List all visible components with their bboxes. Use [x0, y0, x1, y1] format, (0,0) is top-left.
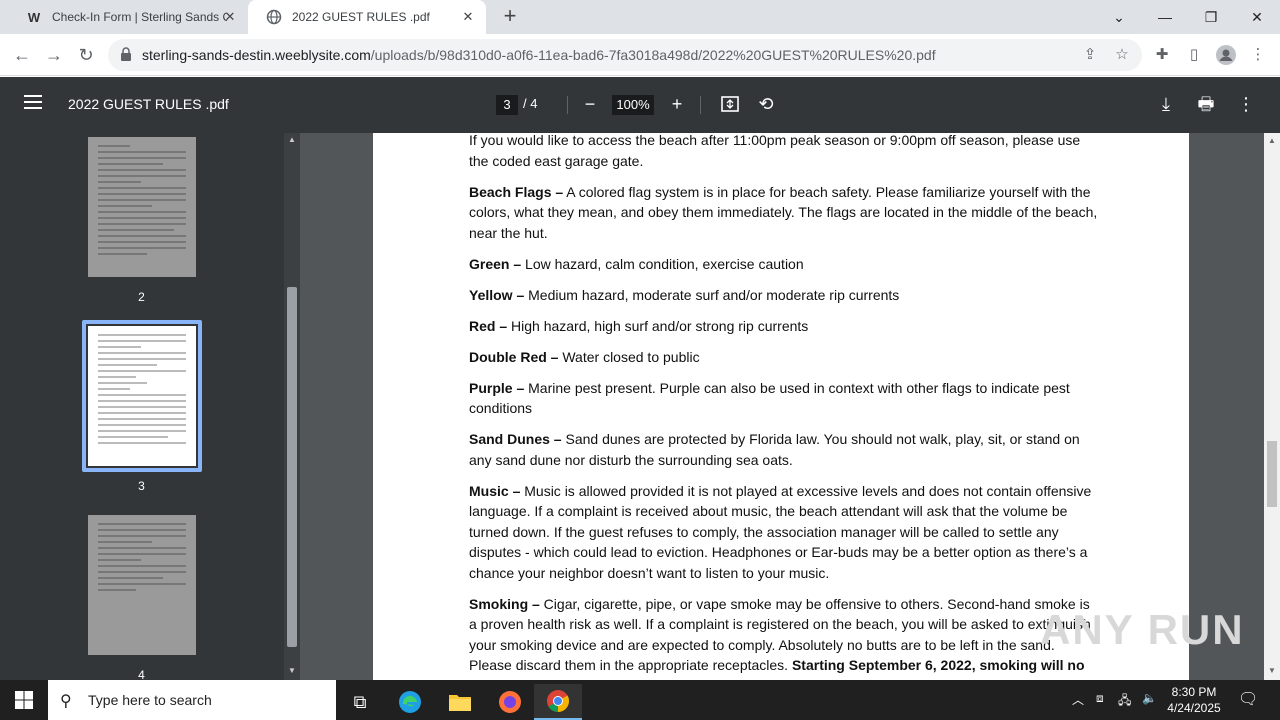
- back-button[interactable]: ←: [10, 43, 34, 67]
- taskbar-search-box[interactable]: ⚲ Type here to search: [48, 680, 336, 720]
- tab-title: 2022 GUEST RULES .pdf: [292, 10, 430, 24]
- tab-guest-rules-pdf[interactable]: 2022 GUEST RULES .pdf ✕: [248, 0, 486, 34]
- tab-search-chevron-icon[interactable]: ⌄: [1096, 0, 1142, 34]
- pdf-toolbar: 2022 GUEST RULES .pdf 3 / 4 − 100% + ⟲ ⤓…: [0, 77, 1280, 133]
- share-icon[interactable]: ⇪: [1078, 43, 1102, 67]
- pdf-title: 2022 GUEST RULES .pdf: [68, 96, 229, 112]
- page-text: If you would like to access the beach af…: [469, 133, 1099, 680]
- sidebar-scroll-thumb[interactable]: [287, 287, 297, 647]
- rotate-icon[interactable]: ⟲: [754, 92, 778, 116]
- paragraph-smoking: Smoking – Cigar, cigarette, pipe, or vap…: [469, 595, 1091, 681]
- paragraph-yellow: Yellow – Medium hazard, moderate surf an…: [469, 286, 900, 303]
- viewer-scroll-thumb[interactable]: [1267, 441, 1277, 507]
- windows-start-button[interactable]: [0, 680, 48, 720]
- new-tab-button[interactable]: +: [498, 5, 522, 29]
- anyrun-watermark: ANY RUN: [1040, 606, 1245, 653]
- thumbnail-label: 2: [138, 290, 145, 304]
- zoom-out-icon[interactable]: −: [578, 92, 602, 116]
- paragraph-double-red: Double Red – Water closed to public: [469, 348, 700, 365]
- search-icon: ⚲: [60, 693, 72, 710]
- thumbnail-label: 3: [138, 479, 145, 493]
- clock-date: 4/24/2025: [1167, 701, 1221, 715]
- tab-title: Check-In Form | Sterling Sands C: [52, 10, 227, 24]
- search-placeholder: Type here to search: [88, 692, 212, 708]
- paragraph-green: Green – Low hazard, calm condition, exer…: [469, 255, 804, 272]
- edge-icon[interactable]: [386, 684, 434, 720]
- address-bar-row: ← → ↻ sterling-sands-destin.weeblysite.c…: [0, 34, 1280, 76]
- download-icon[interactable]: ⤓: [1154, 92, 1178, 116]
- thumbnail-page-3[interactable]: [88, 326, 196, 466]
- clock-time: 8:30 PM: [1171, 685, 1217, 699]
- scroll-up-arrow[interactable]: ▲: [1264, 136, 1280, 145]
- show-hidden-icons-chevron[interactable]: ︿: [1072, 691, 1084, 708]
- url-text[interactable]: sterling-sands-destin.weeblysite.com/upl…: [142, 47, 936, 63]
- zoom-input[interactable]: 100%: [612, 95, 654, 115]
- chrome-menu-icon[interactable]: ⋮: [1246, 43, 1270, 67]
- reload-button[interactable]: ↻: [74, 43, 98, 67]
- paragraph-beach-flags: Beach Flags – A colored flag system is i…: [469, 183, 1098, 241]
- taskbar: ⚲ Type here to search ⧉ ︿ ⧈ 🖧 🔈 8:30 PM …: [0, 680, 1280, 720]
- thumbnail-page-2[interactable]: [88, 137, 196, 277]
- close-window-button[interactable]: ✕: [1234, 0, 1280, 34]
- divider: [567, 96, 568, 114]
- divider: [700, 96, 701, 114]
- tab-strip: W Check-In Form | Sterling Sands C ✕ 202…: [0, 0, 1280, 34]
- tab-check-in-form[interactable]: W Check-In Form | Sterling Sands C ✕: [8, 0, 248, 34]
- zoom-in-icon[interactable]: +: [665, 92, 689, 116]
- weebly-icon: W: [27, 9, 41, 25]
- paragraph-purple: Purple – Marine pest present. Purple can…: [469, 379, 1070, 417]
- close-tab-icon[interactable]: ✕: [222, 9, 238, 25]
- forward-button[interactable]: →: [42, 43, 66, 67]
- thumbnail-page-4[interactable]: [88, 515, 196, 655]
- scroll-up-arrow[interactable]: ▲: [284, 135, 300, 144]
- print-icon[interactable]: 🖶: [1194, 92, 1218, 116]
- fit-to-page-icon[interactable]: [718, 92, 742, 116]
- firefox-icon[interactable]: [486, 684, 534, 720]
- system-clock[interactable]: 8:30 PM 4/24/2025: [1162, 684, 1226, 716]
- restore-button[interactable]: ❐: [1188, 0, 1234, 34]
- bookmark-star-icon[interactable]: ☆: [1110, 43, 1134, 67]
- chrome-icon[interactable]: [534, 684, 582, 720]
- scroll-down-arrow[interactable]: ▼: [1264, 666, 1280, 675]
- paragraph-music: Music – Music is allowed provided it is …: [469, 482, 1092, 581]
- paragraph-sand-dunes: Sand Dunes – Sand dunes are protected by…: [469, 431, 1080, 468]
- profile-avatar-icon[interactable]: [1214, 43, 1238, 67]
- pdf-page-3: If you would like to access the beach af…: [373, 133, 1189, 680]
- network-icon[interactable]: 🖧: [1118, 691, 1131, 712]
- scroll-down-arrow[interactable]: ▼: [284, 666, 300, 675]
- thumbnail-sidebar: 2 3 4 ▲ ▼: [0, 133, 300, 682]
- pdf-viewer[interactable]: If you would like to access the beach af…: [300, 133, 1264, 680]
- page-number-input[interactable]: 3: [496, 95, 518, 115]
- more-options-icon[interactable]: ⋮: [1234, 92, 1258, 116]
- volume-icon[interactable]: 🔈: [1142, 691, 1157, 705]
- close-tab-icon[interactable]: ✕: [460, 9, 476, 25]
- notifications-icon[interactable]: 🗨: [1238, 689, 1258, 709]
- viewer-scrollbar[interactable]: ▲ ▼: [1264, 133, 1280, 680]
- lock-icon: [121, 47, 131, 61]
- paragraph: If you would like to access the beach af…: [469, 133, 1081, 169]
- meet-now-icon[interactable]: ⧈: [1096, 691, 1104, 706]
- sidebar-menu-icon[interactable]: [24, 95, 42, 109]
- extensions-puzzle-icon[interactable]: ✚: [1150, 43, 1174, 67]
- task-view-icon[interactable]: ⧉: [336, 684, 384, 720]
- omnibox[interactable]: sterling-sands-destin.weeblysite.com/upl…: [108, 39, 1142, 71]
- page-count: / 4: [523, 96, 538, 111]
- sidebar-scrollbar[interactable]: ▲ ▼: [284, 133, 300, 680]
- file-explorer-icon[interactable]: [436, 684, 484, 720]
- paragraph-red: Red – High hazard, high surf and/or stro…: [469, 317, 809, 334]
- side-panel-icon[interactable]: ▯: [1182, 43, 1206, 67]
- globe-icon: [266, 9, 282, 25]
- minimize-button[interactable]: —: [1142, 0, 1188, 34]
